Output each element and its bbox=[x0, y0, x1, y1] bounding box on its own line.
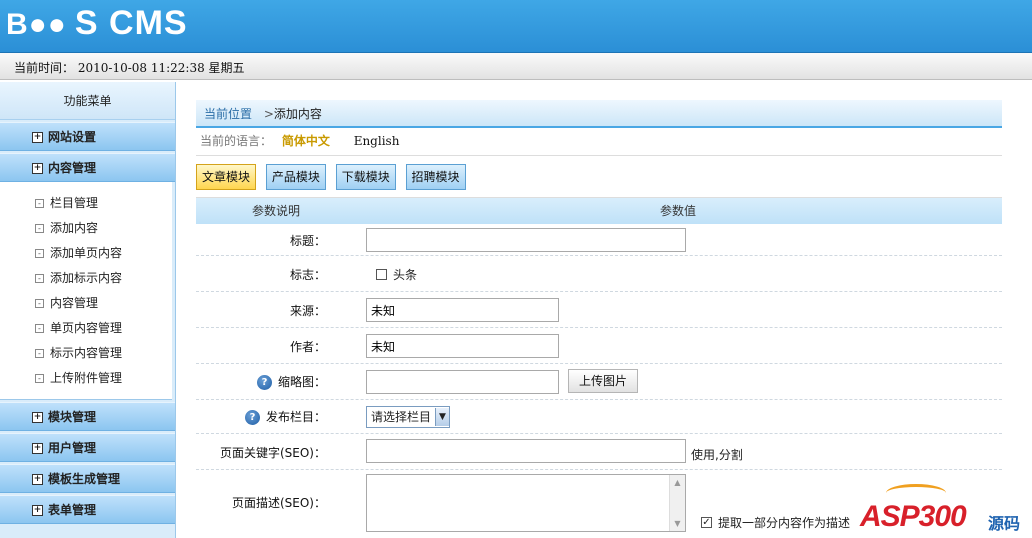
description-textarea[interactable]: ▲ ▼ bbox=[366, 474, 686, 532]
description-label: 页面描述(SEO)： bbox=[231, 496, 326, 510]
expand-icon: + bbox=[32, 505, 43, 516]
bullet-icon: - bbox=[35, 224, 44, 233]
source-input[interactable] bbox=[366, 298, 559, 322]
header-value: 参数值 bbox=[660, 204, 697, 218]
sidebar-title: 功能菜单 bbox=[0, 82, 175, 120]
sidebar-submenu: - 栏目管理 - 添加内容 - 添加单页内容 - 添加标示内容 - 内容管理 - 单页内容管… bbox=[0, 182, 172, 400]
form-row-source: 来源： bbox=[196, 292, 1002, 328]
breadcrumb-prefix: 当前位置 bbox=[204, 107, 253, 121]
current-time-value: 2010-10-08 11:22:38 星期五 bbox=[77, 61, 245, 75]
sidebar-item-category-management[interactable]: - 栏目管理 bbox=[0, 191, 172, 216]
title-label: 标题： bbox=[289, 234, 326, 248]
bees-cms-logo: B●● S CMS bbox=[6, 4, 188, 42]
tab-download-module[interactable]: 下载模块 bbox=[335, 164, 396, 190]
sidebar-item-add-single-page[interactable]: - 添加单页内容 bbox=[0, 241, 172, 266]
sidebar-item-add-content[interactable]: - 添加内容 bbox=[0, 216, 172, 241]
sidebar-group-user-management[interactable]: + 用户管理 bbox=[0, 433, 175, 462]
category-select[interactable]: 请选择栏目 ▼ bbox=[366, 406, 451, 428]
title-input[interactable] bbox=[366, 228, 686, 252]
sidebar-item-add-marked-content[interactable]: - 添加标示内容 bbox=[0, 266, 172, 291]
extract-description-checkbox[interactable]: ✓ bbox=[701, 517, 712, 528]
category-label-wrap: ? 发布栏目： bbox=[244, 408, 326, 425]
sidebar-item-content-management[interactable]: - 内容管理 bbox=[0, 291, 172, 316]
help-icon[interactable]: ? bbox=[256, 375, 272, 390]
tab-article-module[interactable]: 文章模块 bbox=[196, 164, 257, 190]
category-label: 发布栏目： bbox=[265, 410, 326, 424]
thumbnail-label: 缩略图： bbox=[277, 375, 326, 389]
scroll-down-icon: ▼ bbox=[674, 519, 681, 528]
breadcrumb: 当前位置 >添加内容 bbox=[196, 100, 1002, 128]
bullet-icon: - bbox=[35, 299, 44, 308]
bullet-icon: - bbox=[35, 199, 44, 208]
headline-checkbox[interactable] bbox=[376, 269, 387, 280]
form-row-flag: 标志： 头条 bbox=[196, 256, 1002, 292]
language-bar: 当前的语言： 简体中文 English bbox=[196, 128, 1002, 156]
bullet-icon: - bbox=[35, 324, 44, 333]
main-panel: 当前位置 >添加内容 当前的语言： 简体中文 English 文章模块 产品模块… bbox=[196, 100, 1002, 534]
tab-recruit-module[interactable]: 招聘模块 bbox=[405, 164, 466, 190]
bullet-icon: - bbox=[35, 349, 44, 358]
sidebar-group-site-settings[interactable]: + 网站设置 bbox=[0, 122, 175, 151]
bullet-icon: - bbox=[35, 274, 44, 283]
extract-description-option[interactable]: ✓ 提取一部分内容作为描述 bbox=[701, 514, 850, 531]
sidebar-group-form-management[interactable]: + 表单管理 bbox=[0, 495, 175, 524]
textarea-scrollbar[interactable]: ▲ ▼ bbox=[669, 475, 685, 531]
help-icon[interactable]: ? bbox=[244, 410, 260, 425]
scroll-up-icon: ▲ bbox=[674, 478, 681, 487]
upload-image-button[interactable]: 上传图片 bbox=[568, 369, 639, 393]
sidebar-item-single-page-management[interactable]: - 单页内容管理 bbox=[0, 316, 172, 341]
flag-label: 标志： bbox=[289, 268, 326, 282]
keywords-hint: 使用,分割 bbox=[691, 448, 743, 462]
expand-icon: + bbox=[32, 474, 43, 485]
expand-icon: + bbox=[32, 163, 43, 174]
breadcrumb-current: 添加内容 bbox=[273, 107, 322, 121]
headline-option[interactable]: 头条 bbox=[376, 266, 417, 283]
bullet-icon: - bbox=[35, 374, 44, 383]
current-time-label: 当前时间： bbox=[14, 61, 75, 75]
form-row-thumbnail: ? 缩略图： 上传图片 bbox=[196, 364, 1002, 400]
language-label: 当前的语言： bbox=[200, 134, 273, 148]
author-label: 作者： bbox=[289, 340, 326, 354]
breadcrumb-separator: > bbox=[263, 107, 274, 121]
form-row-keywords: 页面关键字(SEO)： 使用,分割 bbox=[196, 434, 1002, 470]
tab-product-module[interactable]: 产品模块 bbox=[265, 164, 326, 190]
sidebar-item-upload-attachments[interactable]: - 上传附件管理 bbox=[0, 366, 172, 391]
language-en-link[interactable]: English bbox=[354, 134, 400, 148]
app-header: B●● S CMS bbox=[0, 0, 1032, 53]
language-zh-link[interactable]: 简体中文 bbox=[282, 134, 330, 148]
source-label: 来源： bbox=[289, 304, 326, 318]
keywords-label: 页面关键字(SEO)： bbox=[219, 446, 326, 460]
thumbnail-label-wrap: ? 缩略图： bbox=[256, 373, 326, 390]
form-row-title: 标题： bbox=[196, 224, 1002, 256]
sidebar-group-module-management[interactable]: + 模块管理 bbox=[0, 402, 175, 431]
keywords-input[interactable] bbox=[366, 439, 686, 463]
thumbnail-input[interactable] bbox=[366, 370, 559, 394]
header-param: 参数说明 bbox=[252, 204, 301, 218]
sidebar-group-content-management[interactable]: + 内容管理 bbox=[0, 153, 175, 182]
form-row-author: 作者： bbox=[196, 328, 1002, 364]
chevron-down-icon: ▼ bbox=[435, 408, 450, 426]
expand-icon: + bbox=[32, 443, 43, 454]
current-time-bar: 当前时间： 2010-10-08 11:22:38 星期五 bbox=[0, 53, 1032, 80]
expand-icon: + bbox=[32, 132, 43, 143]
module-tabs: 文章模块 产品模块 下载模块 招聘模块 bbox=[196, 156, 1002, 198]
sidebar-group-template-generation[interactable]: + 模板生成管理 bbox=[0, 464, 175, 493]
expand-icon: + bbox=[32, 412, 43, 423]
bullet-icon: - bbox=[35, 249, 44, 258]
asp300-watermark-logo: ASP300 源码 bbox=[856, 484, 1026, 534]
sidebar: 功能菜单 + 网站设置 + 内容管理 - 栏目管理 - 添加内容 - 添加单页内容 -… bbox=[0, 82, 176, 538]
author-input[interactable] bbox=[366, 334, 559, 358]
form-table-header: 参数说明 参数值 bbox=[196, 198, 1002, 224]
form-row-category: ? 发布栏目： 请选择栏目 ▼ bbox=[196, 400, 1002, 434]
sidebar-item-marked-content-management[interactable]: - 标示内容管理 bbox=[0, 341, 172, 366]
